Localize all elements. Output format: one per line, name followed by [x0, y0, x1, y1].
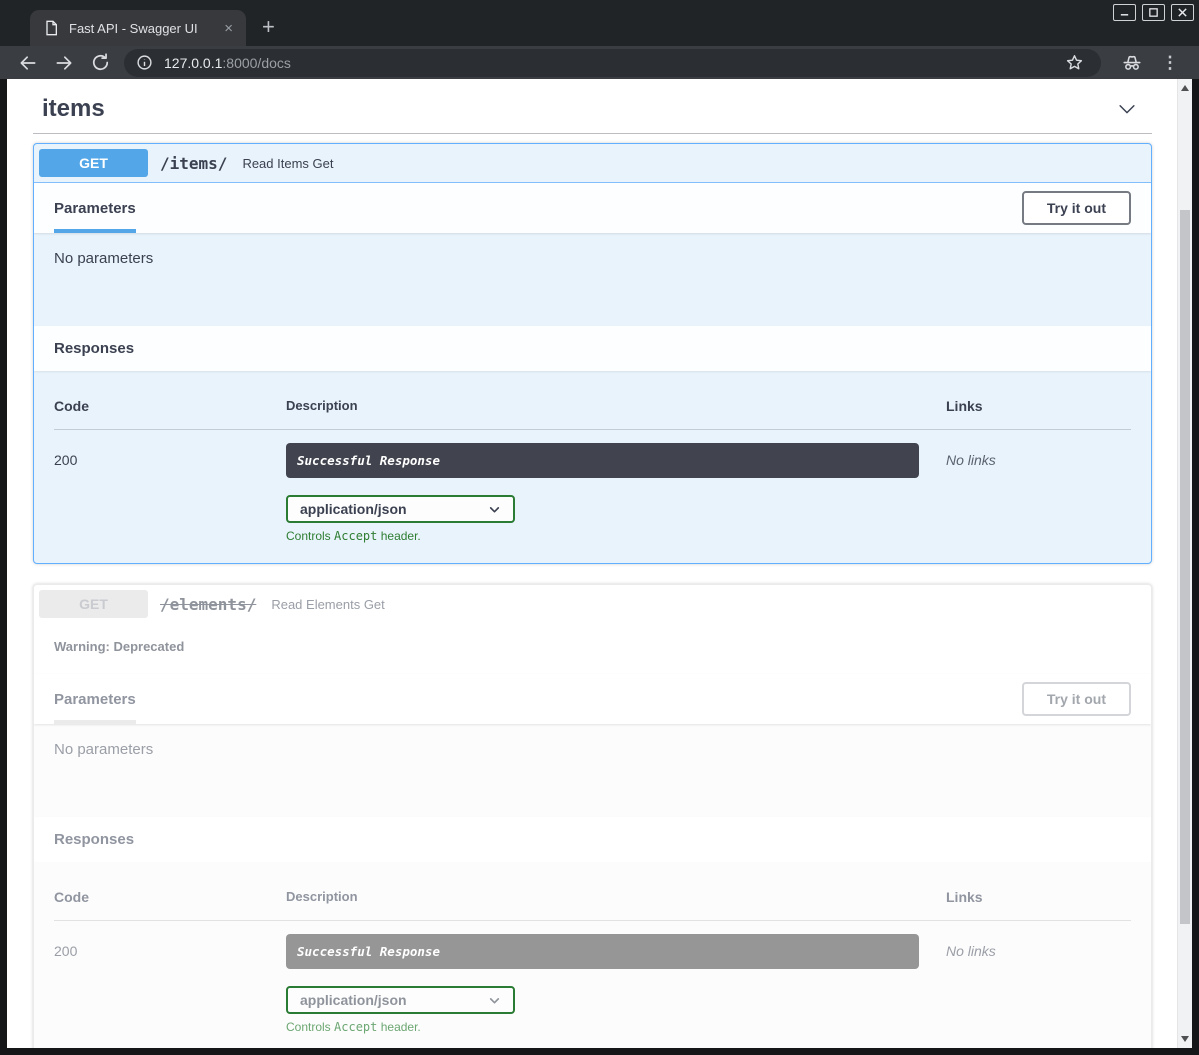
browser-window: Fast API - Swagger UI × + — [0, 0, 1199, 1055]
tab-parameters[interactable]: Parameters — [54, 674, 136, 724]
tab-strip: Fast API - Swagger UI × + — [0, 0, 1199, 46]
scrollbar-thumb[interactable] — [1180, 210, 1190, 924]
content-type-select[interactable]: application/json — [286, 986, 515, 1014]
browser-menu-icon[interactable]: ⋮ — [1158, 51, 1182, 75]
responses-table-header: Code Description Links — [54, 889, 1131, 921]
parameters-header: Parameters Try it out — [34, 674, 1151, 724]
column-header-description: Description — [286, 889, 946, 905]
minimize-button[interactable] — [1113, 4, 1136, 21]
column-header-description: Description — [286, 398, 946, 414]
note-suffix: header. — [377, 1020, 420, 1034]
no-parameters-text: No parameters — [54, 741, 153, 758]
column-header-links: Links — [946, 889, 1131, 905]
opblock-get-items: GET /items/ Read Items Get Parameters Tr… — [33, 143, 1152, 564]
responses-title: Responses — [54, 831, 134, 848]
content-type-note: Controls Accept header. — [286, 529, 946, 543]
incognito-icon — [1120, 51, 1144, 75]
response-description-box: Successful Response — [286, 443, 919, 478]
response-description-cell: Successful Response application/json Con… — [286, 443, 946, 543]
try-it-out-button[interactable]: Try it out — [1022, 191, 1131, 225]
back-icon[interactable] — [17, 52, 39, 74]
browser-tab[interactable]: Fast API - Swagger UI × — [30, 10, 246, 46]
endpoint-path: /elements/ — [160, 595, 256, 614]
no-parameters-text: No parameters — [54, 250, 153, 267]
scrollbar-up-arrow-icon[interactable] — [1181, 85, 1189, 91]
column-header-links: Links — [946, 398, 1131, 414]
response-code: 200 — [54, 934, 286, 1034]
method-badge: GET — [39, 590, 148, 618]
responses-header: Responses — [34, 817, 1151, 862]
tab-parameters[interactable]: Parameters — [54, 183, 136, 233]
response-links: No links — [946, 443, 1131, 543]
close-button[interactable] — [1171, 4, 1194, 21]
endpoint-path: /items/ — [160, 154, 227, 173]
browser-toolbar: 127.0.0.1:8000/docs ⋮ — [0, 46, 1199, 79]
response-row: 200 Successful Response application/json… — [54, 921, 1131, 1034]
bookmark-star-icon[interactable] — [1062, 51, 1086, 75]
endpoint-summary: Read Elements Get — [271, 597, 384, 612]
scrollbar-down-arrow-icon[interactable] — [1181, 1036, 1189, 1042]
responses-body: Code Description Links 200 Successful Re… — [34, 371, 1151, 563]
select-chevron-icon — [488, 994, 501, 1007]
note-code: Accept — [334, 1020, 377, 1034]
column-header-code: Code — [54, 398, 286, 414]
content-type-value: application/json — [300, 992, 407, 1008]
tag-section-header[interactable]: items — [33, 89, 1152, 134]
response-description-text: Successful Response — [297, 453, 440, 468]
response-code: 200 — [54, 443, 286, 543]
parameters-body: No parameters — [34, 724, 1151, 817]
responses-body: Code Description Links 200 Successful Re… — [34, 862, 1151, 1048]
response-description-box: Successful Response — [286, 934, 919, 969]
address-bar[interactable]: 127.0.0.1:8000/docs — [124, 49, 1101, 77]
page-favicon-icon — [43, 20, 59, 36]
response-description-cell: Successful Response application/json Con… — [286, 934, 946, 1034]
deprecated-warning: Warning: Deprecated — [34, 623, 1151, 674]
url-text: 127.0.0.1:8000/docs — [164, 55, 1055, 71]
responses-table-header: Code Description Links — [54, 398, 1131, 430]
opblock-summary[interactable]: GET /elements/ Read Elements Get — [34, 585, 1151, 623]
window-controls — [1113, 4, 1194, 21]
note-code: Accept — [334, 529, 377, 543]
content-type-note: Controls Accept header. — [286, 1020, 946, 1034]
reload-icon[interactable] — [89, 52, 111, 74]
note-prefix: Controls — [286, 1020, 334, 1034]
tag-title: items — [42, 95, 105, 123]
responses-title: Responses — [54, 340, 134, 357]
tab-close-icon[interactable]: × — [219, 19, 238, 38]
maximize-button[interactable] — [1142, 4, 1165, 21]
tab-title: Fast API - Swagger UI — [69, 21, 219, 36]
swagger-page: items GET /items/ Read Items Get — [7, 79, 1177, 1048]
parameters-header: Parameters Try it out — [34, 183, 1151, 233]
select-chevron-icon — [488, 503, 501, 516]
content-type-select[interactable]: application/json — [286, 495, 515, 523]
endpoint-summary: Read Items Get — [242, 156, 333, 171]
parameters-body: No parameters — [34, 233, 1151, 326]
response-description-text: Successful Response — [297, 944, 440, 959]
opblock-summary[interactable]: GET /items/ Read Items Get — [34, 144, 1151, 183]
site-info-icon[interactable] — [136, 54, 153, 71]
try-it-out-button[interactable]: Try it out — [1022, 682, 1131, 716]
response-links: No links — [946, 934, 1131, 1034]
page-viewport: items GET /items/ Read Items Get — [7, 79, 1192, 1048]
note-prefix: Controls — [286, 529, 334, 543]
responses-header: Responses — [34, 326, 1151, 371]
url-path: :8000/docs — [222, 55, 291, 71]
page-scrollbar[interactable] — [1177, 79, 1192, 1048]
response-row: 200 Successful Response application/json… — [54, 430, 1131, 543]
method-badge: GET — [39, 149, 148, 177]
chevron-down-icon[interactable] — [1116, 98, 1138, 120]
note-suffix: header. — [377, 529, 420, 543]
new-tab-button[interactable]: + — [262, 14, 275, 40]
content-type-value: application/json — [300, 501, 407, 517]
url-host: 127.0.0.1 — [164, 55, 222, 71]
forward-icon[interactable] — [53, 52, 75, 74]
opblock-get-elements-deprecated: GET /elements/ Read Elements Get Warning… — [33, 584, 1152, 1048]
column-header-code: Code — [54, 889, 286, 905]
